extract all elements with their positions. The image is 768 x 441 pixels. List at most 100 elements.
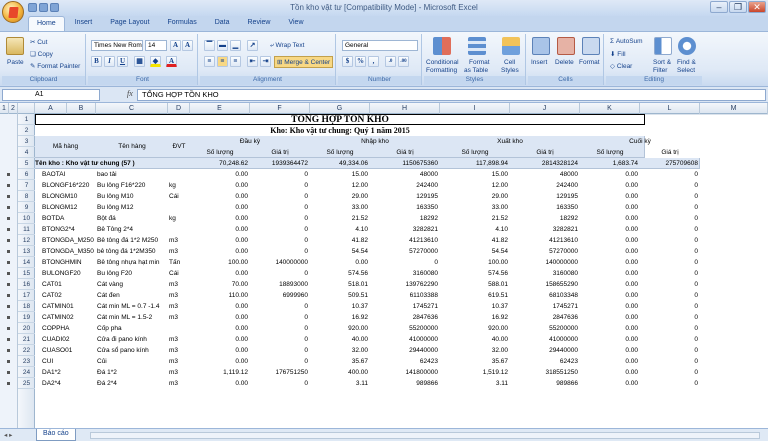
tab-insert[interactable]: Insert: [67, 16, 101, 31]
font-size-select[interactable]: 14: [145, 40, 167, 51]
row-header-4[interactable]: 4: [18, 147, 35, 158]
delete-button[interactable]: Delete: [555, 59, 574, 66]
row-header-11[interactable]: 11: [18, 224, 35, 235]
close-button[interactable]: ✕: [748, 1, 766, 13]
cell-styles-icon[interactable]: [502, 37, 520, 55]
sort-filter-label-2[interactable]: Filter: [653, 67, 667, 74]
row-header-6[interactable]: 6: [18, 169, 35, 180]
row-header-24[interactable]: 24: [18, 367, 35, 378]
clear-button[interactable]: ◇ Clear: [610, 62, 632, 70]
row-header-16[interactable]: 16: [18, 279, 35, 290]
conditional-formatting-icon[interactable]: [433, 37, 451, 55]
cut-button[interactable]: ✂ Cut: [30, 38, 47, 46]
row-header-19[interactable]: 19: [18, 312, 35, 323]
wrap-text-button[interactable]: ⤶ Wrap Text: [270, 42, 304, 50]
format-button[interactable]: Format: [579, 59, 600, 66]
format-as-table-icon[interactable]: [468, 37, 486, 55]
insert-cells-icon[interactable]: [532, 37, 550, 55]
tab-home[interactable]: Home: [28, 16, 65, 31]
paste-button[interactable]: Paste: [7, 59, 24, 66]
row-header-7[interactable]: 7: [18, 180, 35, 191]
row-header-15[interactable]: 15: [18, 268, 35, 279]
row-header-25[interactable]: 25: [18, 378, 35, 389]
column-header-b[interactable]: B: [67, 103, 96, 114]
insert-button[interactable]: Insert: [531, 59, 547, 66]
row-header-8[interactable]: 8: [18, 191, 35, 202]
outline-level-1[interactable]: 1: [0, 103, 9, 114]
row-header-20[interactable]: 20: [18, 323, 35, 334]
sheet-tab-bao-cao[interactable]: Báo cáo: [36, 429, 76, 441]
align-left-icon[interactable]: ≡: [204, 56, 215, 67]
delete-cells-icon[interactable]: [557, 37, 575, 55]
column-header-d[interactable]: D: [168, 103, 190, 114]
bold-button[interactable]: B: [91, 56, 102, 67]
format-as-table-label-2[interactable]: as Table: [464, 67, 488, 74]
insert-function-button[interactable]: fx: [127, 89, 133, 98]
cell-styles-label-2[interactable]: Styles: [501, 67, 519, 74]
align-center-icon[interactable]: ≡: [217, 56, 228, 67]
horizontal-scrollbar[interactable]: [90, 432, 760, 439]
borders-icon[interactable]: ▦: [134, 56, 145, 67]
merge-center-button[interactable]: ⊞ Merge & Center: [274, 56, 334, 68]
currency-button[interactable]: $: [342, 56, 353, 67]
tab-formulas[interactable]: Formulas: [160, 16, 205, 31]
name-box[interactable]: A1: [2, 89, 100, 101]
row-header-21[interactable]: 21: [18, 334, 35, 345]
sort-filter-icon[interactable]: [654, 37, 672, 55]
row-header-10[interactable]: 10: [18, 213, 35, 224]
minimize-button[interactable]: –: [710, 1, 728, 13]
align-bottom-icon[interactable]: ▁: [230, 40, 241, 51]
increase-indent-icon[interactable]: ⇥: [260, 56, 271, 67]
row-header-12[interactable]: 12: [18, 235, 35, 246]
office-button[interactable]: [2, 1, 24, 23]
outline-level-2[interactable]: 2: [9, 103, 18, 114]
column-header-k[interactable]: K: [580, 103, 640, 114]
conditional-formatting-label-2[interactable]: Formatting: [426, 67, 457, 74]
tab-data[interactable]: Data: [207, 16, 238, 31]
font-color-icon[interactable]: A: [166, 56, 177, 67]
percent-button[interactable]: %: [355, 56, 366, 67]
cell-grid[interactable]: TỔNG HỢP TỒN KHO Kho: Kho vật tư chung: Q…: [35, 114, 768, 428]
row-header-17[interactable]: 17: [18, 290, 35, 301]
formula-input[interactable]: TỔNG HỢP TỒN KHO: [137, 89, 766, 101]
column-header-g[interactable]: G: [310, 103, 370, 114]
row-header-13[interactable]: 13: [18, 246, 35, 257]
row-header-23[interactable]: 23: [18, 356, 35, 367]
number-format-select[interactable]: General: [342, 40, 418, 51]
row-header-5[interactable]: 5: [18, 158, 35, 169]
column-header-e[interactable]: E: [190, 103, 250, 114]
find-select-label[interactable]: Find &: [677, 59, 696, 66]
grow-font-button[interactable]: A: [170, 40, 181, 51]
sort-filter-label[interactable]: Sort &: [653, 59, 671, 66]
align-right-icon[interactable]: ≡: [230, 56, 241, 67]
shrink-font-button[interactable]: A: [182, 40, 193, 51]
find-select-icon[interactable]: [678, 37, 696, 55]
format-cells-icon[interactable]: [582, 37, 600, 55]
fill-button[interactable]: ⬇ Fill: [610, 50, 626, 58]
increase-decimal-button[interactable]: .0: [385, 56, 396, 67]
tab-review[interactable]: Review: [240, 16, 279, 31]
row-header-1[interactable]: 1: [18, 114, 35, 125]
decrease-indent-icon[interactable]: ⇤: [247, 56, 258, 67]
cell-styles-label[interactable]: Cell: [504, 59, 515, 66]
column-header-a[interactable]: A: [35, 103, 67, 114]
column-header-h[interactable]: H: [370, 103, 440, 114]
select-all-corner[interactable]: [18, 103, 35, 114]
column-header-c[interactable]: C: [96, 103, 168, 114]
sheet-nav-arrows-icon[interactable]: ◂ ▸: [4, 431, 12, 439]
orientation-icon[interactable]: ↗: [247, 40, 258, 51]
row-header-2[interactable]: 2: [18, 125, 35, 136]
underline-button[interactable]: U: [117, 56, 128, 67]
autosum-button[interactable]: Σ AutoSum: [610, 38, 643, 45]
restore-button[interactable]: ❐: [729, 1, 747, 13]
decrease-decimal-button[interactable]: .00: [398, 56, 409, 67]
column-header-i[interactable]: I: [440, 103, 510, 114]
column-header-l[interactable]: L: [640, 103, 700, 114]
row-header-18[interactable]: 18: [18, 301, 35, 312]
fill-color-icon[interactable]: ◆: [150, 56, 161, 67]
italic-button[interactable]: I: [104, 56, 115, 67]
column-header-m[interactable]: M: [700, 103, 768, 114]
column-header-j[interactable]: J: [510, 103, 580, 114]
row-header-22[interactable]: 22: [18, 345, 35, 356]
format-painter-button[interactable]: ✎ Format Painter: [30, 62, 80, 70]
